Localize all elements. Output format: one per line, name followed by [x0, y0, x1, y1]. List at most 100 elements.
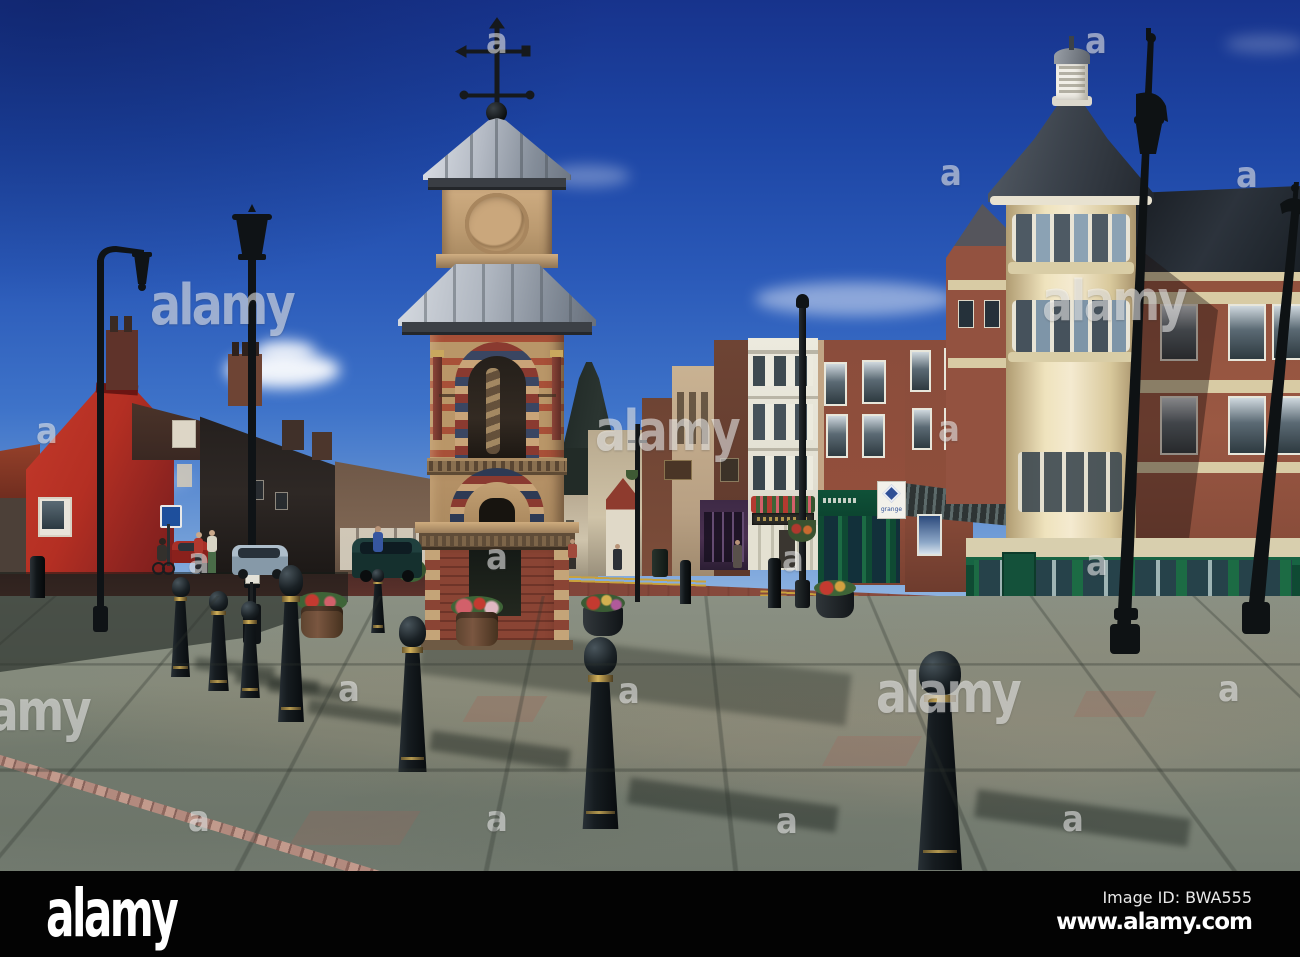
colonette-capital	[550, 350, 563, 357]
bollard	[205, 591, 232, 691]
stone-band	[948, 358, 1010, 368]
pedestrian	[733, 540, 743, 568]
bollard-small	[30, 556, 45, 598]
lamp-finial	[796, 294, 809, 308]
watermark-a: a	[188, 541, 210, 582]
alamy-logo: alamy	[46, 875, 179, 952]
watermark-a: a	[618, 671, 640, 712]
wheel	[238, 569, 248, 579]
sash-window	[862, 414, 885, 458]
colonette-capital	[431, 350, 444, 357]
parking-sign	[160, 505, 182, 528]
back-gable-building	[946, 204, 1012, 504]
watermark-a: a	[36, 411, 58, 452]
fascia-lettering	[823, 498, 857, 503]
pink-slab	[822, 736, 922, 766]
watermark-a: a	[338, 669, 360, 710]
grange-diamond-icon	[882, 484, 901, 503]
watermark-a: a	[1062, 799, 1084, 840]
watermark-a: a	[940, 153, 962, 194]
bollard	[168, 577, 193, 677]
dormer-window	[172, 420, 196, 448]
small-window	[958, 300, 974, 328]
tower-inscription	[538, 394, 556, 397]
bollard	[369, 569, 387, 633]
litter-bin	[652, 549, 668, 577]
hotel-cornice	[748, 448, 818, 451]
watermark-a: a	[776, 801, 798, 842]
pink-slab	[1073, 691, 1157, 717]
bollard	[577, 637, 624, 829]
bollard	[237, 601, 263, 698]
green-shopfront-glass	[818, 516, 900, 583]
hotel-cornice	[748, 350, 818, 354]
watermark-alamy: alamy	[595, 399, 741, 464]
watermark-a: a	[486, 799, 508, 840]
street-lamp-turret-icon	[1110, 28, 1168, 654]
grange-sign: grange	[877, 481, 906, 519]
niche-sculpture	[486, 368, 500, 454]
car-silver-windows	[238, 548, 280, 558]
red-building-window-panes	[42, 501, 64, 529]
bollard	[274, 565, 308, 722]
sash-window	[862, 360, 886, 404]
sash-window	[910, 350, 931, 392]
hotel-cornice	[748, 396, 818, 399]
watermark-alamy: alamy	[876, 661, 1022, 726]
blue-poster	[917, 514, 942, 556]
sash-window	[826, 414, 848, 458]
tower-mid-eaves	[402, 322, 592, 335]
urn-flowers	[814, 580, 856, 596]
terrace-lit-window	[177, 464, 192, 487]
watermark-a: a	[782, 539, 804, 580]
grange-sign-label: grange	[880, 506, 903, 513]
street-lamp-far-right-icon	[1242, 182, 1300, 634]
car-dark-windows	[360, 542, 412, 554]
watermark-a: a	[486, 537, 508, 578]
pedestrian	[372, 526, 384, 552]
watermark-a: a	[1085, 21, 1107, 62]
cyclist	[152, 538, 175, 578]
tower-colonette	[433, 356, 442, 440]
tower-top-eaves	[428, 178, 566, 190]
lamp-base	[795, 580, 810, 608]
website-url: www.alamy.com	[1056, 909, 1253, 935]
watermark-a: a	[938, 409, 960, 450]
terrace-chimney	[312, 432, 332, 460]
wheel	[402, 570, 414, 582]
pink-slab	[289, 811, 421, 845]
watermark-alamy: alamy	[1042, 269, 1188, 334]
tower-inscription	[439, 394, 455, 397]
cloud	[1225, 35, 1300, 53]
image-id-text: Image ID: BWA555	[1102, 888, 1252, 907]
tower-plinth	[421, 640, 573, 650]
watermark-alamy: alamy	[150, 273, 296, 338]
terrace-chimney	[282, 420, 304, 450]
urn-flowers	[581, 594, 625, 612]
tower-colonette	[552, 356, 561, 440]
watermark-a: a	[188, 799, 210, 840]
hanging-basket	[626, 470, 638, 480]
watermark-a: a	[1086, 543, 1108, 584]
cloud	[755, 282, 955, 316]
stock-photo-page: grange alamy alamy alamy alamy my a a a …	[0, 0, 1300, 957]
clock-face	[465, 193, 529, 255]
cupola-finial	[1069, 36, 1074, 50]
watermark-a: a	[486, 21, 508, 62]
cupola-louvres	[1059, 66, 1085, 96]
tower-crown-cornice	[415, 522, 579, 533]
bollard	[394, 616, 431, 772]
pedestrian	[613, 544, 623, 570]
stone-band	[948, 280, 1010, 290]
watermark-a: a	[1236, 155, 1258, 196]
pedestrian	[567, 539, 578, 569]
street-post	[768, 558, 781, 608]
street-post	[680, 560, 691, 604]
alamy-footer-bar: alamy Image ID: BWA555 www.alamy.com	[0, 871, 1300, 957]
sash-window	[824, 362, 847, 406]
watermark-a: a	[1218, 669, 1240, 710]
small-window	[984, 300, 1000, 328]
barrel-planter	[456, 612, 498, 646]
sash-window	[912, 408, 932, 450]
watermark-alamy: alamy	[0, 679, 92, 744]
